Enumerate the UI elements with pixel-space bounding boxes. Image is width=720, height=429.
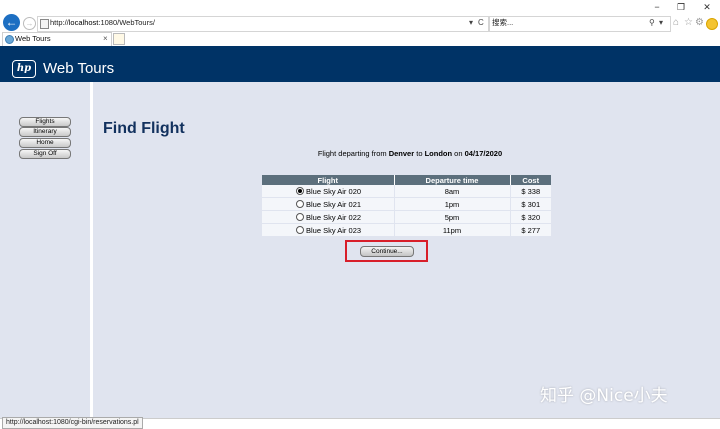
table-header-row: Flight Departure time Cost — [262, 175, 551, 185]
cost-cell: $ 320 — [510, 210, 551, 224]
close-window-icon[interactable]: ✕ — [700, 2, 714, 12]
departure-date: 04/17/2020 — [464, 149, 503, 158]
restore-icon[interactable]: ❐ — [674, 2, 688, 12]
search-input[interactable]: 搜索... — [492, 17, 513, 29]
search-icon[interactable]: ⚲ — [649, 17, 655, 29]
flight-cell: Blue Sky Air 021 — [262, 197, 395, 211]
home-icon[interactable]: ⌂ — [673, 17, 679, 29]
settings-gear-icon[interactable]: ⚙ — [695, 17, 704, 29]
flight-radio[interactable] — [296, 212, 304, 221]
page-icon — [40, 19, 49, 29]
back-button[interactable]: ← — [3, 14, 20, 31]
flight-name: Blue Sky Air 020 — [306, 186, 362, 196]
url-dropdown-icon[interactable]: ▾ — [469, 17, 473, 29]
departure-time-cell: 8am — [394, 185, 511, 198]
destination-city: London — [424, 149, 453, 158]
table-row: Blue Sky Air 020 8am $ 338 — [262, 185, 551, 198]
flight-cell: Blue Sky Air 022 — [262, 210, 395, 224]
watermark: 知乎 @Nice小夫 — [540, 386, 668, 406]
cost-cell: $ 301 — [510, 197, 551, 211]
nav-itinerary-button[interactable]: Itinerary — [19, 127, 71, 137]
minimize-icon[interactable]: − — [650, 2, 664, 12]
refresh-icon[interactable]: C — [478, 17, 484, 29]
feedback-smiley-icon[interactable] — [706, 18, 718, 30]
search-box[interactable] — [489, 16, 671, 32]
nav-home-button[interactable]: Home — [19, 138, 71, 148]
tab-label[interactable]: Web Tours — [15, 33, 51, 45]
flight-cell: Blue Sky Air 023 — [262, 223, 395, 237]
forward-button[interactable]: → — [23, 17, 36, 30]
status-url: http://localhost:1080/cgi-bin/reservatio… — [2, 417, 143, 429]
departure-time-cell: 11pm — [394, 223, 511, 237]
window-title-bar — [0, 0, 720, 14]
table-row: Blue Sky Air 021 1pm $ 301 — [262, 197, 551, 211]
flight-radio[interactable] — [296, 199, 304, 208]
hp-logo: hp — [12, 60, 36, 78]
tab-favicon-icon — [5, 35, 14, 44]
column-header-flight: Flight — [262, 175, 395, 185]
flight-radio[interactable] — [296, 225, 304, 234]
brand-title: Web Tours — [43, 60, 115, 77]
nav-flights-button[interactable]: Flights — [19, 117, 71, 127]
new-tab-button[interactable] — [113, 33, 125, 45]
flight-description: Flight departing from Denver to London o… — [317, 149, 503, 158]
url-text[interactable]: http://localhost:1080/WebTours/ — [50, 17, 155, 29]
column-header-departure-time: Departure time — [394, 175, 511, 185]
origin-city: Denver — [388, 149, 415, 158]
cost-cell: $ 338 — [510, 185, 551, 198]
flight-table: Flight Departure time Cost Blue Sky Air … — [262, 175, 551, 237]
departure-time-cell: 5pm — [394, 210, 511, 224]
table-row: Blue Sky Air 023 11pm $ 277 — [262, 223, 551, 237]
table-row: Blue Sky Air 022 5pm $ 320 — [262, 210, 551, 224]
flight-name: Blue Sky Air 021 — [306, 199, 362, 209]
favorites-star-icon[interactable]: ☆ — [684, 17, 693, 29]
flight-name: Blue Sky Air 023 — [306, 225, 362, 235]
departure-time-cell: 1pm — [394, 197, 511, 211]
flight-radio[interactable] — [296, 186, 304, 195]
search-dropdown-icon[interactable]: ▾ — [659, 17, 663, 29]
flight-cell: Blue Sky Air 020 — [262, 185, 395, 198]
continue-button[interactable]: Continue... — [360, 246, 414, 257]
tab-close-icon[interactable]: × — [103, 33, 108, 45]
flight-name: Blue Sky Air 022 — [306, 212, 362, 222]
nav-sign-off-button[interactable]: Sign Off — [19, 149, 71, 159]
cost-cell: $ 277 — [510, 223, 551, 237]
column-header-cost: Cost — [510, 175, 551, 185]
page-title: Find Flight — [103, 120, 185, 137]
